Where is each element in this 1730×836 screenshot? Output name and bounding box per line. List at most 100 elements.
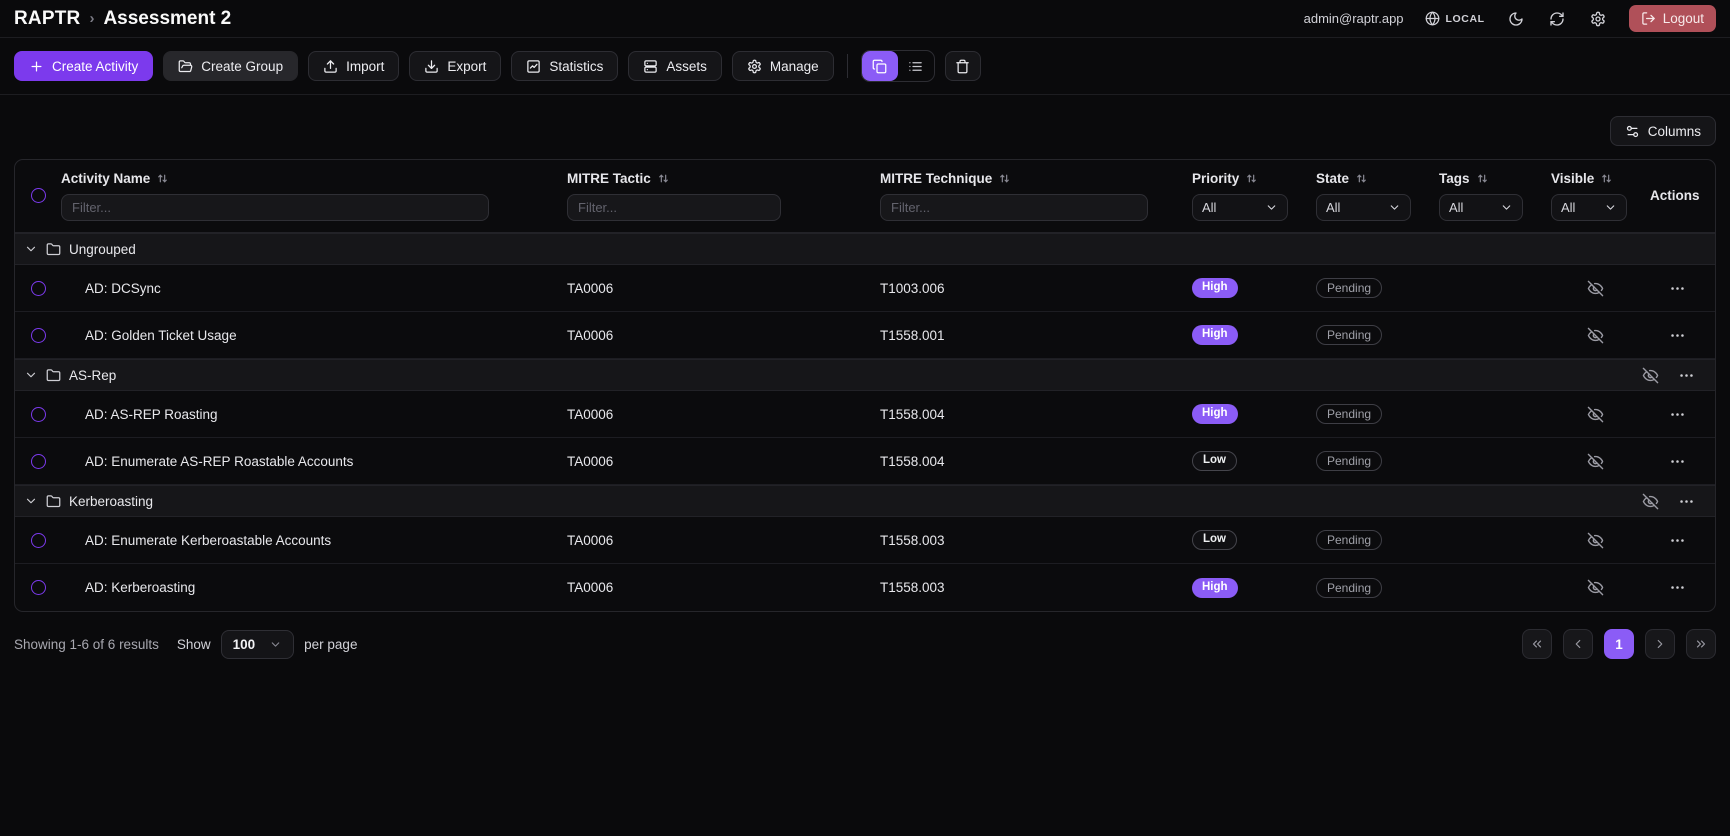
group-actions-menu[interactable] — [1676, 365, 1697, 386]
table-footer: Showing 1-6 of 6 results Show 100 per pa… — [0, 612, 1730, 659]
column-header-visible[interactable]: Visible — [1551, 170, 1639, 186]
group-name: Ungrouped — [69, 242, 136, 257]
server-icon — [643, 59, 658, 74]
row-actions-menu[interactable] — [1667, 404, 1688, 425]
visibility-toggle[interactable] — [1585, 530, 1606, 551]
group-row[interactable]: AS-Rep — [15, 359, 1715, 391]
ellipsis-icon — [1678, 367, 1695, 384]
group-visibility-toggle[interactable] — [1640, 365, 1661, 386]
column-header-activity-name[interactable]: Activity Name — [61, 170, 567, 186]
row-checkbox[interactable] — [31, 454, 46, 469]
folder-icon — [46, 368, 61, 383]
chevron-down-icon[interactable] — [24, 242, 38, 256]
activity-name-filter-input[interactable] — [61, 194, 489, 221]
row-actions-menu[interactable] — [1667, 451, 1688, 472]
sort-icon[interactable] — [998, 172, 1011, 185]
create-group-button[interactable]: Create Group — [163, 51, 298, 81]
mitre-technique-cell: T1558.004 — [880, 407, 1192, 422]
refresh-button[interactable] — [1547, 9, 1567, 29]
column-header-mitre-tactic[interactable]: MITRE Tactic — [567, 170, 880, 186]
statistics-button[interactable]: Statistics — [511, 51, 618, 81]
state-badge: Pending — [1316, 530, 1382, 550]
column-header-state[interactable]: State — [1316, 170, 1439, 186]
row-checkbox[interactable] — [31, 281, 46, 296]
gear-icon — [747, 59, 762, 74]
delete-button[interactable] — [945, 51, 981, 81]
mitre-technique-cell: T1558.003 — [880, 580, 1192, 595]
eye-off-icon — [1587, 406, 1604, 423]
state-badge: Pending — [1316, 451, 1382, 471]
activity-row[interactable]: AD: AS-REP Roasting TA0006 T1558.004 Hig… — [15, 391, 1715, 438]
select-all-checkbox[interactable] — [31, 188, 46, 203]
logout-label: Logout — [1663, 11, 1704, 26]
row-actions-menu[interactable] — [1667, 530, 1688, 551]
chevron-down-icon — [1604, 201, 1617, 214]
next-page-button[interactable] — [1645, 629, 1675, 659]
sort-icon[interactable] — [657, 172, 670, 185]
theme-toggle-button[interactable] — [1506, 9, 1526, 29]
row-checkbox[interactable] — [31, 533, 46, 548]
activity-row[interactable]: AD: Kerberoasting TA0006 T1558.003 High … — [15, 564, 1715, 611]
sort-icon[interactable] — [1355, 172, 1368, 185]
row-checkbox[interactable] — [31, 580, 46, 595]
group-row[interactable]: Kerberoasting — [15, 485, 1715, 517]
state-badge: Pending — [1316, 578, 1382, 598]
visibility-toggle[interactable] — [1585, 451, 1606, 472]
chevron-down-icon — [1265, 201, 1278, 214]
row-actions-menu[interactable] — [1667, 325, 1688, 346]
locale-selector[interactable]: LOCAL — [1425, 11, 1485, 26]
folder-icon — [46, 242, 61, 257]
row-checkbox[interactable] — [31, 328, 46, 343]
visibility-toggle[interactable] — [1585, 325, 1606, 346]
sort-icon[interactable] — [1476, 172, 1489, 185]
sort-icon[interactable] — [1245, 172, 1258, 185]
table-body: Ungrouped AD: DCSync TA0006 T1003.006 Hi… — [15, 233, 1715, 611]
manage-button[interactable]: Manage — [732, 51, 834, 81]
page-size-select[interactable]: 100 — [221, 630, 295, 659]
priority-filter-select[interactable]: All — [1192, 194, 1288, 221]
visibility-toggle[interactable] — [1585, 278, 1606, 299]
page-button[interactable]: 1 — [1604, 629, 1634, 659]
ellipsis-icon — [1669, 406, 1686, 423]
export-button[interactable]: Export — [409, 51, 501, 81]
logout-button[interactable]: Logout — [1629, 5, 1716, 32]
visible-filter-select[interactable]: All — [1551, 194, 1627, 221]
sort-icon[interactable] — [156, 172, 169, 185]
last-page-button[interactable] — [1686, 629, 1716, 659]
row-checkbox[interactable] — [31, 407, 46, 422]
page-title: Assessment 2 — [103, 8, 231, 30]
group-actions-menu[interactable] — [1676, 491, 1697, 512]
row-actions-menu[interactable] — [1667, 577, 1688, 598]
activity-row[interactable]: AD: Enumerate AS-REP Roastable Accounts … — [15, 438, 1715, 485]
group-visibility-toggle[interactable] — [1640, 491, 1661, 512]
state-filter-select[interactable]: All — [1316, 194, 1411, 221]
prev-page-button[interactable] — [1563, 629, 1593, 659]
brand-logo[interactable]: RAPTR — [14, 8, 80, 30]
tags-filter-select[interactable]: All — [1439, 194, 1523, 221]
card-view-button[interactable] — [862, 51, 898, 81]
column-header-mitre-technique[interactable]: MITRE Technique — [880, 170, 1192, 186]
visibility-toggle[interactable] — [1585, 404, 1606, 425]
row-actions-menu[interactable] — [1667, 278, 1688, 299]
column-header-priority[interactable]: Priority — [1192, 170, 1316, 186]
activity-row[interactable]: AD: Golden Ticket Usage TA0006 T1558.001… — [15, 312, 1715, 359]
list-view-button[interactable] — [898, 51, 934, 81]
create-activity-button[interactable]: Create Activity — [14, 51, 153, 81]
breadcrumb-separator: › — [89, 10, 94, 27]
sort-icon[interactable] — [1600, 172, 1613, 185]
visibility-toggle[interactable] — [1585, 577, 1606, 598]
results-summary: Showing 1-6 of 6 results — [14, 637, 159, 652]
chevron-down-icon[interactable] — [24, 494, 38, 508]
chevron-down-icon[interactable] — [24, 368, 38, 382]
column-header-tags[interactable]: Tags — [1439, 170, 1551, 186]
import-button[interactable]: Import — [308, 51, 399, 81]
first-page-button[interactable] — [1522, 629, 1552, 659]
settings-button[interactable] — [1588, 9, 1608, 29]
mitre-tactic-filter-input[interactable] — [567, 194, 781, 221]
mitre-technique-filter-input[interactable] — [880, 194, 1148, 221]
group-row[interactable]: Ungrouped — [15, 233, 1715, 265]
activity-row[interactable]: AD: DCSync TA0006 T1003.006 High Pending — [15, 265, 1715, 312]
activity-row[interactable]: AD: Enumerate Kerberoastable Accounts TA… — [15, 517, 1715, 564]
columns-button[interactable]: Columns — [1610, 116, 1716, 146]
assets-button[interactable]: Assets — [628, 51, 722, 81]
